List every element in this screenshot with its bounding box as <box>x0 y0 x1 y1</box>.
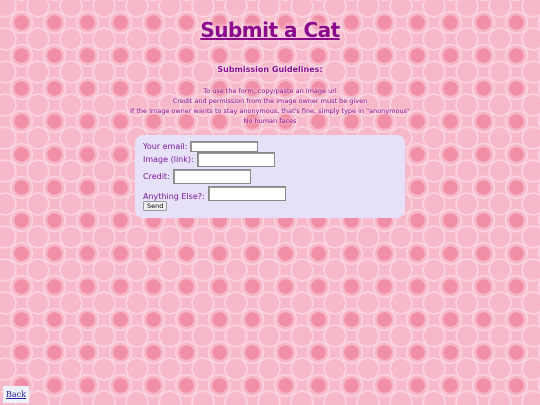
email-label: Your email: <box>143 142 188 151</box>
guideline-item: To use the form, copy/paste an image url <box>203 87 337 95</box>
send-button[interactable]: Send <box>143 201 168 211</box>
page-title: Submit a Cat <box>200 18 340 42</box>
credit-field[interactable] <box>172 169 251 184</box>
guidelines-list: To use the form, copy/paste an image url… <box>0 86 540 126</box>
submission-form: Your email: Image (link): Credit: Anythi… <box>135 135 405 218</box>
anything-else-label: Anything Else?: <box>143 192 205 201</box>
guideline-item: Credit and permission from the image own… <box>172 97 368 105</box>
guideline-item: If the image owner wants to stay anonymo… <box>130 107 410 115</box>
email-field[interactable] <box>190 141 259 152</box>
credit-label: Credit: <box>143 172 170 181</box>
email-row: Your email: <box>143 141 259 152</box>
anything-else-field[interactable] <box>207 185 286 201</box>
guideline-item: No human faces <box>243 117 297 125</box>
image-link-field[interactable] <box>196 152 275 167</box>
guidelines-heading: Submission Guidelines: <box>217 65 323 74</box>
anything-else-row: Anything Else?: <box>143 185 286 201</box>
credit-row: Credit: <box>143 169 251 184</box>
image-row: Image (link): <box>143 152 275 167</box>
back-link[interactable]: Back <box>3 386 29 403</box>
image-label: Image (link): <box>143 155 194 164</box>
